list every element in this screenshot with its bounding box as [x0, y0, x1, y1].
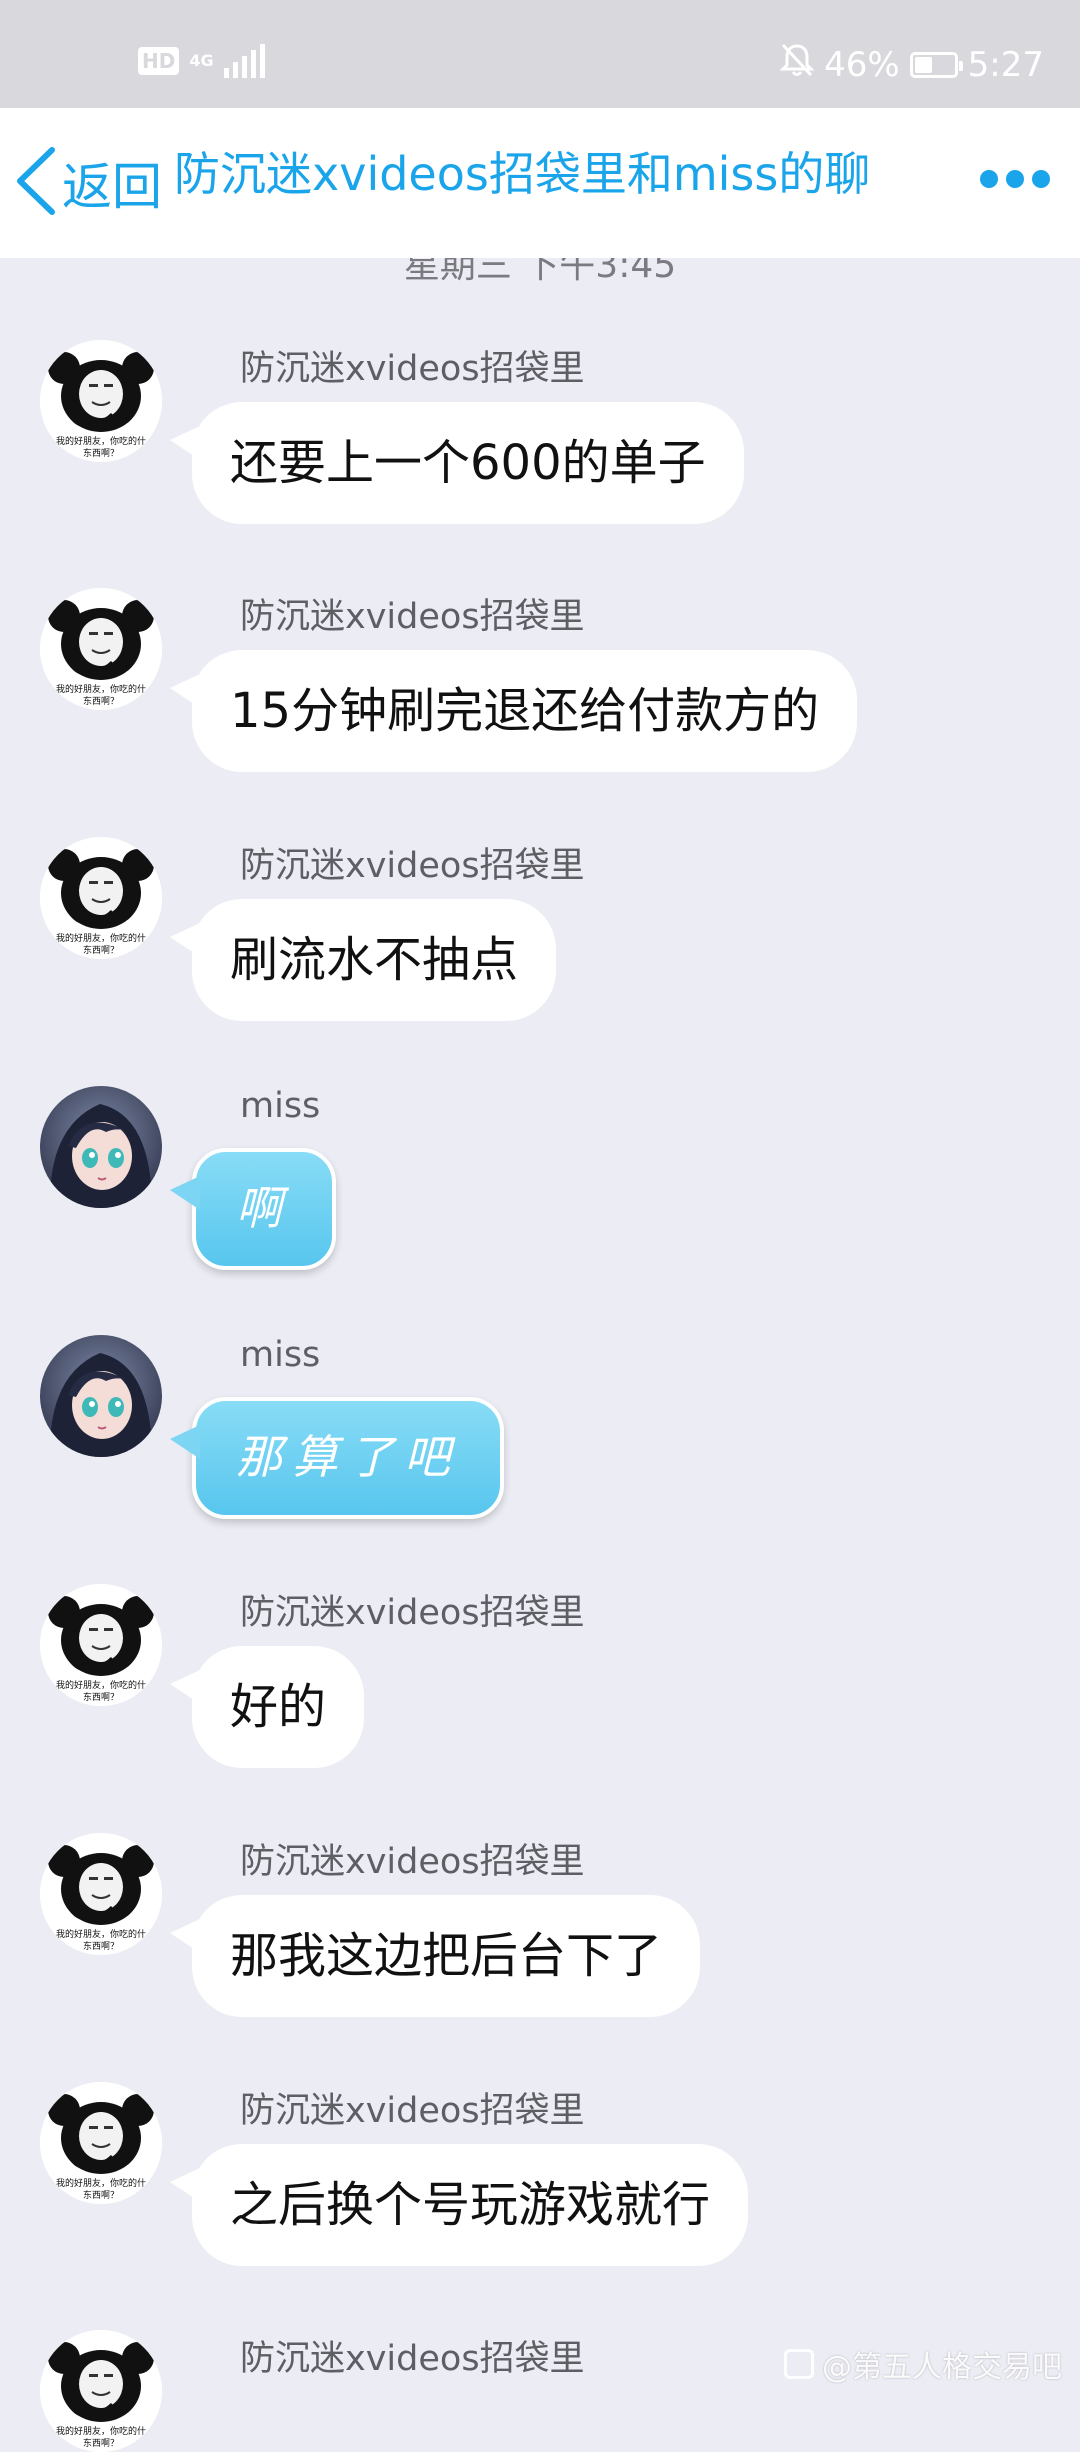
mute-bell-icon — [779, 42, 815, 87]
dot-icon — [980, 170, 998, 188]
sender-name: 防沉迷xvideos招袋里 — [240, 1593, 585, 1633]
sender-name: miss — [240, 1086, 321, 1126]
message-bubble[interactable]: 之后换个号玩游戏就行 — [169, 2144, 749, 2266]
message-bubble[interactable]: 15分钟刷完退还给付款方的 — [169, 650, 858, 772]
message-bubble[interactable]: 好的 — [169, 1646, 365, 1768]
watermark-text: @第五人格交易吧 — [822, 2350, 1062, 2385]
battery-icon — [909, 51, 963, 78]
signal-icon — [223, 44, 265, 78]
svg-text:我的好朋友，你吃的什: 我的好朋友，你吃的什 — [56, 1679, 146, 1691]
message-bubble[interactable]: 刷流水不抽点 — [169, 899, 557, 1021]
anime-girl-avatar[interactable] — [40, 1086, 162, 1208]
svg-text:我的好朋友，你吃的什: 我的好朋友，你吃的什 — [56, 1928, 146, 1940]
svg-text:东西啊？: 东西啊？ — [83, 944, 119, 956]
status-left: HD 4G — [138, 44, 265, 78]
svg-text:东西啊？: 东西啊？ — [83, 1691, 119, 1703]
sender-name: miss — [240, 1335, 321, 1375]
panda-meme-avatar[interactable]: 我的好朋友，你吃的什 东西啊？ — [40, 588, 162, 710]
svg-text:我的好朋友，你吃的什: 我的好朋友，你吃的什 — [56, 2425, 146, 2437]
message-bubble[interactable]: 那我这边把后台下了 — [169, 1895, 701, 2017]
status-bar: HD 4G 46% 5:27 — [0, 0, 1080, 108]
sender-name: 防沉迷xvideos招袋里 — [240, 597, 585, 637]
svg-text:东西啊？: 东西啊？ — [83, 447, 119, 459]
watermark: @第五人格交易吧 — [784, 2342, 1062, 2386]
dot-icon — [1032, 170, 1050, 188]
sender-name: 防沉迷xvideos招袋里 — [240, 1842, 585, 1882]
sender-name: 防沉迷xvideos招袋里 — [240, 2091, 585, 2131]
panda-meme-avatar[interactable]: 我的好朋友，你吃的什 东西啊？ — [40, 1584, 162, 1706]
panda-meme-avatar[interactable]: 我的好朋友，你吃的什 东西啊？ — [40, 837, 162, 959]
chat-header: 返回 防沉迷xvideos招袋里和miss的聊 — [0, 108, 1080, 258]
battery-percent: 46% — [824, 44, 900, 85]
clock: 5:27 — [967, 44, 1044, 85]
hd-icon: HD — [138, 47, 180, 75]
svg-text:我的好朋友，你吃的什: 我的好朋友，你吃的什 — [56, 932, 146, 944]
back-button[interactable]: 返回 — [14, 146, 162, 220]
network-type: 4G — [189, 51, 214, 70]
message-bubble[interactable]: 那算了吧 — [170, 1397, 504, 1519]
svg-text:东西啊？: 东西啊？ — [83, 2437, 119, 2449]
anime-girl-avatar[interactable] — [40, 1335, 162, 1457]
sender-name: 防沉迷xvideos招袋里 — [240, 349, 585, 389]
svg-text:东西啊？: 东西啊？ — [83, 1940, 119, 1952]
status-right: 46% 5:27 — [779, 42, 1044, 87]
sender-name: 防沉迷xvideos招袋里 — [240, 846, 585, 886]
dot-icon — [1006, 170, 1024, 188]
chevron-left-icon — [14, 146, 60, 220]
panda-meme-avatar[interactable]: 我的好朋友，你吃的什 东西啊？ — [40, 2330, 162, 2452]
svg-text:东西啊？: 东西啊？ — [83, 2189, 119, 2201]
panda-meme-avatar[interactable]: 我的好朋友，你吃的什 东西啊？ — [40, 340, 162, 462]
back-label: 返回 — [62, 158, 162, 216]
svg-text:我的好朋友，你吃的什: 我的好朋友，你吃的什 — [56, 2177, 146, 2189]
tieba-icon — [784, 2349, 814, 2379]
more-options-button[interactable] — [980, 170, 1050, 188]
chat-title: 防沉迷xvideos招袋里和miss的聊 — [174, 147, 871, 201]
svg-text:我的好朋友，你吃的什: 我的好朋友，你吃的什 — [56, 435, 146, 447]
svg-text:我的好朋友，你吃的什: 我的好朋友，你吃的什 — [56, 683, 146, 695]
sender-name: 防沉迷xvideos招袋里 — [240, 2339, 585, 2379]
panda-meme-avatar[interactable]: 我的好朋友，你吃的什 东西啊？ — [40, 2082, 162, 2204]
message-bubble[interactable]: 啊 — [170, 1148, 336, 1270]
svg-text:东西啊？: 东西啊？ — [83, 695, 119, 707]
message-bubble[interactable]: 还要上一个600的单子 — [170, 402, 744, 524]
panda-meme-avatar[interactable]: 我的好朋友，你吃的什 东西啊？ — [40, 1833, 162, 1955]
